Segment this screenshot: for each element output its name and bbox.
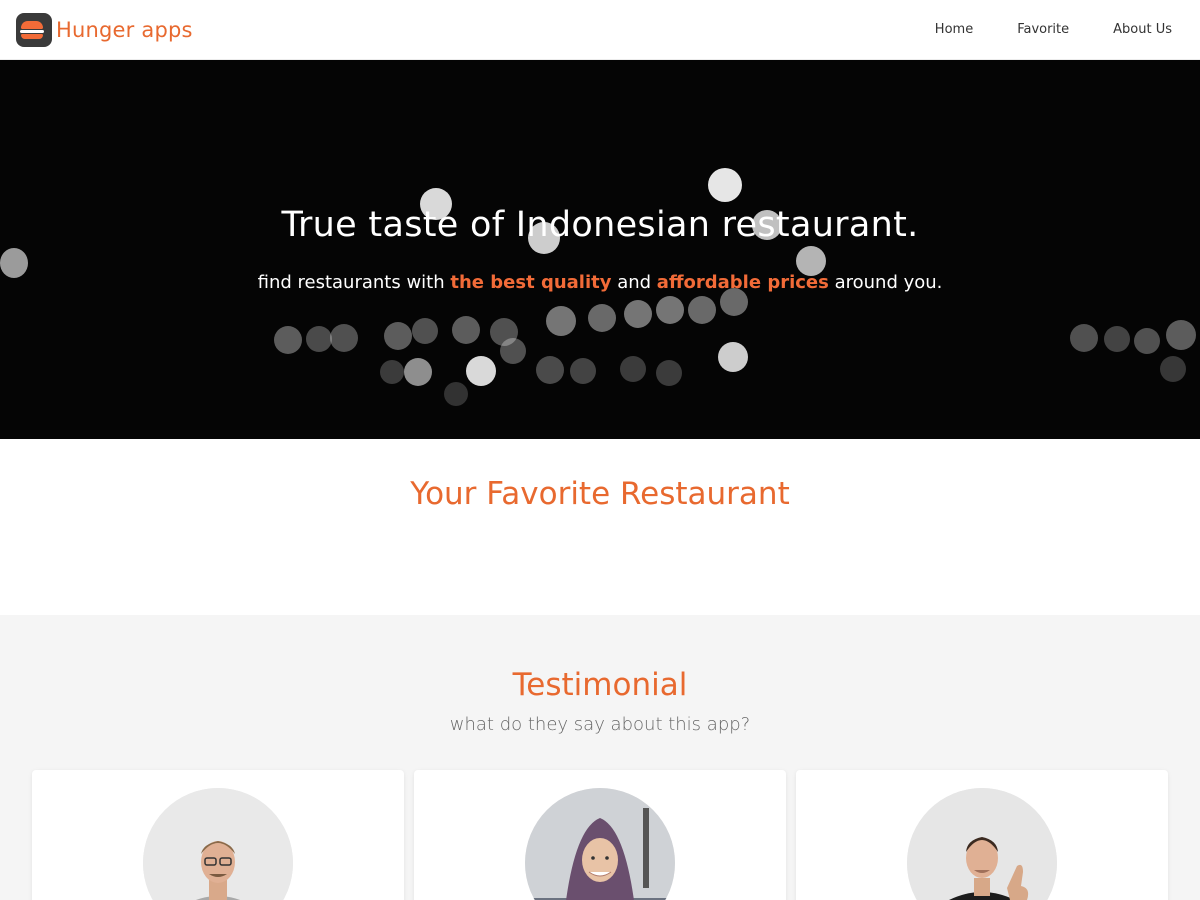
- hero-banner: True taste of Indonesian restaurant. fin…: [0, 60, 1200, 439]
- testimonial-subtitle: what do they say about this app?: [449, 714, 751, 735]
- testimonial-card: [414, 770, 786, 900]
- avatar-man-with-glasses: [143, 788, 293, 900]
- hero-title: True taste of Indonesian restaurant.: [281, 205, 919, 245]
- avatar-man-thumbs-up: [907, 788, 1057, 900]
- avatar-woman-in-hijab: [525, 788, 675, 900]
- brand-name: Hunger apps: [56, 17, 193, 42]
- main-nav: Home Favorite About Us: [913, 0, 1184, 60]
- favorite-section: Your Favorite Restaurant: [0, 439, 1200, 615]
- hero-subtitle: find restaurants with the best quality a…: [0, 272, 1200, 293]
- testimonial-section: Testimonial what do they say about this …: [0, 615, 1200, 900]
- testimonial-title: Testimonial: [512, 667, 688, 703]
- hero-highlight-quality: the best quality: [450, 272, 612, 293]
- nav-favorite[interactable]: Favorite: [995, 0, 1091, 60]
- brand-link[interactable]: Hunger apps: [16, 12, 193, 47]
- hero-subtitle-part1: find restaurants with: [257, 272, 451, 293]
- burger-icon: [16, 12, 52, 47]
- hero-content: True taste of Indonesian restaurant. fin…: [0, 60, 1200, 439]
- favorite-title: Your Favorite Restaurant: [410, 476, 790, 512]
- nav-about-us[interactable]: About Us: [1091, 0, 1184, 60]
- testimonial-card: [796, 770, 1168, 900]
- hero-highlight-prices: affordable prices: [656, 272, 829, 293]
- hero-subtitle-part2: and: [611, 272, 657, 293]
- site-header: Hunger apps Home Favorite About Us: [0, 0, 1200, 60]
- nav-home[interactable]: Home: [913, 0, 995, 60]
- testimonial-card: [32, 770, 404, 900]
- hero-subtitle-part3: around you.: [828, 272, 943, 293]
